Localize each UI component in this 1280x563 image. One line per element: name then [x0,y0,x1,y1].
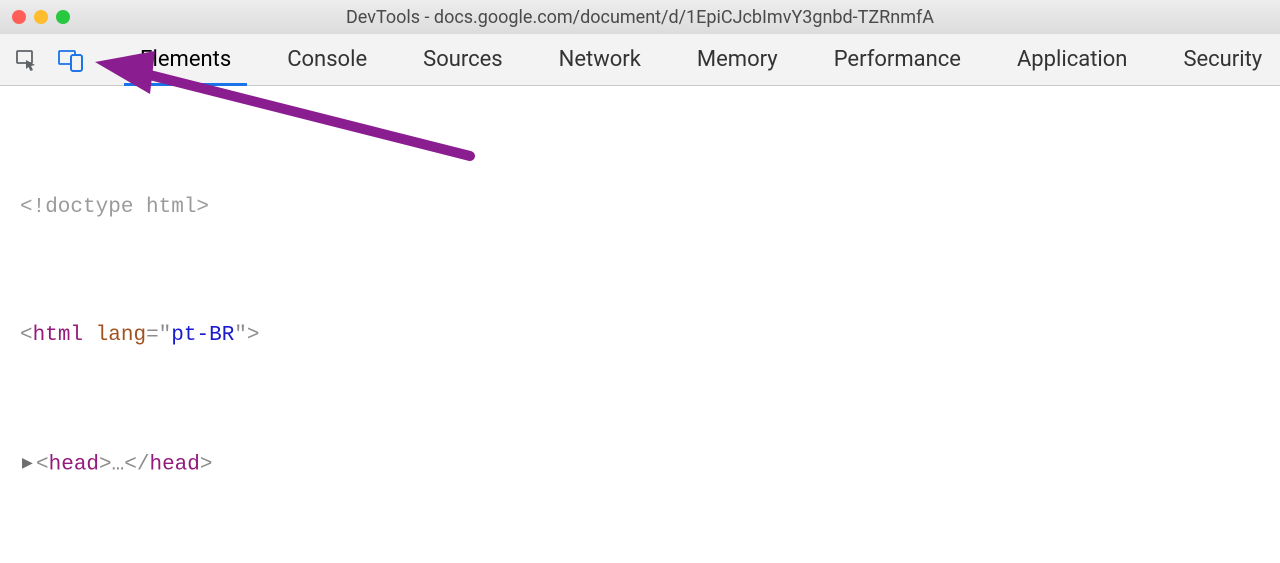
device-toolbar-icon[interactable] [56,45,86,75]
tab-memory[interactable]: Memory [669,34,806,85]
tab-elements[interactable]: Elements [112,34,259,85]
window-title: DevTools - docs.google.com/document/d/1E… [0,7,1280,28]
devtools-tabstrip: Elements Console Sources Network Memory … [0,34,1280,86]
traffic-lights [12,10,70,24]
tab-label: Sources [423,47,503,72]
window-titlebar: DevTools - docs.google.com/document/d/1E… [0,0,1280,34]
tab-label: Application [1017,47,1127,72]
minimize-window-button[interactable] [34,10,48,24]
tab-label: Console [287,47,367,72]
inspect-element-icon[interactable] [12,45,42,75]
expand-caret-icon[interactable]: ▶ [22,448,36,480]
tab-label: Network [559,47,641,72]
tab-console[interactable]: Console [259,34,395,85]
tab-application[interactable]: Application [989,34,1155,85]
tab-label: Memory [697,47,778,72]
dom-node-doctype[interactable]: <!doctype html> [8,192,1268,224]
dom-node-html[interactable]: <html lang="pt-BR"> [8,320,1268,352]
tab-label: Security [1183,47,1262,72]
tab-sources[interactable]: Sources [395,34,531,85]
maximize-window-button[interactable] [56,10,70,24]
tab-label: Elements [140,47,231,72]
tab-performance[interactable]: Performance [806,34,989,85]
close-window-button[interactable] [12,10,26,24]
tab-network[interactable]: Network [531,34,669,85]
inspector-icons [8,34,96,85]
dom-node-head[interactable]: ▶<head>…</head> [8,448,1268,482]
tab-security[interactable]: Security [1155,34,1280,85]
tab-label: Performance [834,47,961,72]
elements-dom-tree[interactable]: <!doctype html> <html lang="pt-BR"> ▶<he… [0,86,1280,563]
